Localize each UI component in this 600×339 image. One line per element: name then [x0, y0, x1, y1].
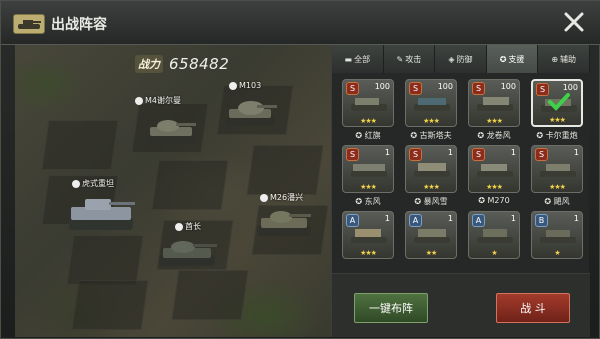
shield-icon: ◈: [448, 54, 455, 64]
vehicle-image: [477, 97, 513, 111]
unit-card-label: ✪ 红旗: [355, 131, 381, 140]
vehicle-image: [477, 164, 513, 177]
unit-card-label: ✪ 暴风雪: [414, 197, 448, 206]
unit-card[interactable]: S1 ★★★: [468, 145, 520, 193]
unit-card[interactable]: S1 ★★★: [342, 145, 394, 193]
deploy-slot[interactable]: [151, 160, 229, 210]
vehicle-image: [540, 164, 576, 177]
unit-card-label: ✪ 古斯塔夫: [410, 131, 452, 140]
vehicle-image: [414, 163, 450, 177]
tank-icon: [13, 14, 45, 34]
attack-icon: [175, 222, 183, 231]
unit-label: M103: [229, 81, 261, 90]
vehicle-image: [540, 230, 576, 243]
tank-tiger[interactable]: [65, 193, 137, 233]
tank-icon: ▬: [344, 54, 353, 64]
attack-icon: ✎: [396, 54, 404, 64]
unit-card[interactable]: S1 ★★★: [531, 145, 583, 193]
unit-card[interactable]: A1 ★★: [405, 211, 457, 259]
deploy-slot[interactable]: [41, 120, 119, 170]
power-label: 战力: [135, 55, 163, 73]
check-icon: [548, 93, 570, 111]
tank-m103[interactable]: [221, 97, 279, 129]
deploy-slot[interactable]: [171, 270, 249, 320]
tab-all[interactable]: ▬ 全部: [332, 45, 384, 73]
tab-support[interactable]: ✪ 支援: [486, 45, 539, 73]
page-title: 出战阵容: [51, 17, 107, 33]
power-value: 658482: [169, 55, 230, 73]
unit-card[interactable]: A1 ★: [468, 211, 520, 259]
unit-card-label: ✪ 龙卷风: [477, 131, 511, 140]
tab-assist[interactable]: ⊕ 辅助: [538, 45, 590, 73]
unit-card[interactable]: S1 ★★★: [405, 145, 457, 193]
support-icon: ✪: [499, 54, 507, 64]
tab-attack[interactable]: ✎ 攻击: [383, 45, 436, 73]
tank-chieftain[interactable]: [155, 235, 219, 269]
unit-label: M4谢尔曼: [135, 95, 181, 106]
tab-defense[interactable]: ◈ 防御: [435, 45, 487, 73]
star-icon: [72, 179, 80, 188]
filter-tabs: ▬ 全部 ✎ 攻击 ◈ 防御 ✪ 支援 ⊕ 辅助: [332, 45, 590, 73]
unit-card[interactable]: S 100 ★★★: [405, 79, 457, 127]
action-bar: 一键布阵 战 斗: [332, 273, 590, 337]
vehicle-image: [414, 229, 450, 243]
title-bar: 出战阵容: [1, 1, 600, 45]
auto-deploy-button[interactable]: 一键布阵: [354, 293, 428, 323]
vehicle-image: [477, 229, 513, 243]
vehicle-image: [351, 98, 387, 111]
plus-icon: ⊕: [551, 54, 559, 64]
deploy-slot[interactable]: [246, 145, 324, 195]
tank-m4[interactable]: [142, 117, 200, 147]
shield-icon: [229, 81, 237, 90]
battlefield: 战力 658482 M4谢尔曼 M103 虎式重坦 M26潘兴 酋长: [15, 45, 331, 337]
unit-label: 虎式重坦: [72, 178, 114, 189]
deploy-slot[interactable]: [71, 280, 149, 330]
vehicle-image: [351, 229, 387, 243]
lineup-window: 出战阵容 战力 658482 M4谢尔曼 M103 虎式重坦 M26潘兴 酋长 …: [0, 0, 600, 339]
tank-m26[interactable]: [253, 205, 315, 239]
unit-card[interactable]: B1 ★: [531, 211, 583, 259]
unit-label: M26潘兴: [260, 192, 303, 203]
fight-button[interactable]: 战 斗: [496, 293, 570, 323]
unit-panel: ▬ 全部 ✎ 攻击 ◈ 防御 ✪ 支援 ⊕ 辅助 S 100 ★★★ ✪ 红旗 S 100 ★…: [331, 45, 590, 337]
unit-card-label: ✪ 东风: [355, 197, 381, 206]
unit-label: 酋长: [175, 221, 201, 232]
unit-card-label: ✪ M270: [478, 196, 510, 205]
unit-card-label: ✪ 飓风: [544, 197, 570, 206]
vehicle-image: [414, 98, 450, 111]
unit-card[interactable]: S 100 ★★★: [468, 79, 520, 127]
power-display: 战力 658482: [135, 53, 229, 75]
shield-icon: [260, 193, 268, 202]
unit-card-label: ✪ 卡尔重炮: [536, 131, 578, 140]
close-icon[interactable]: [563, 11, 585, 33]
unit-card[interactable]: A1 ★★★: [342, 211, 394, 259]
vehicle-image: [351, 164, 387, 177]
unit-card[interactable]: S 100 ★★★: [342, 79, 394, 127]
attack-icon: [135, 96, 143, 105]
deploy-slot[interactable]: [66, 235, 144, 285]
unit-card[interactable]: S 100 ★★★: [531, 79, 583, 127]
